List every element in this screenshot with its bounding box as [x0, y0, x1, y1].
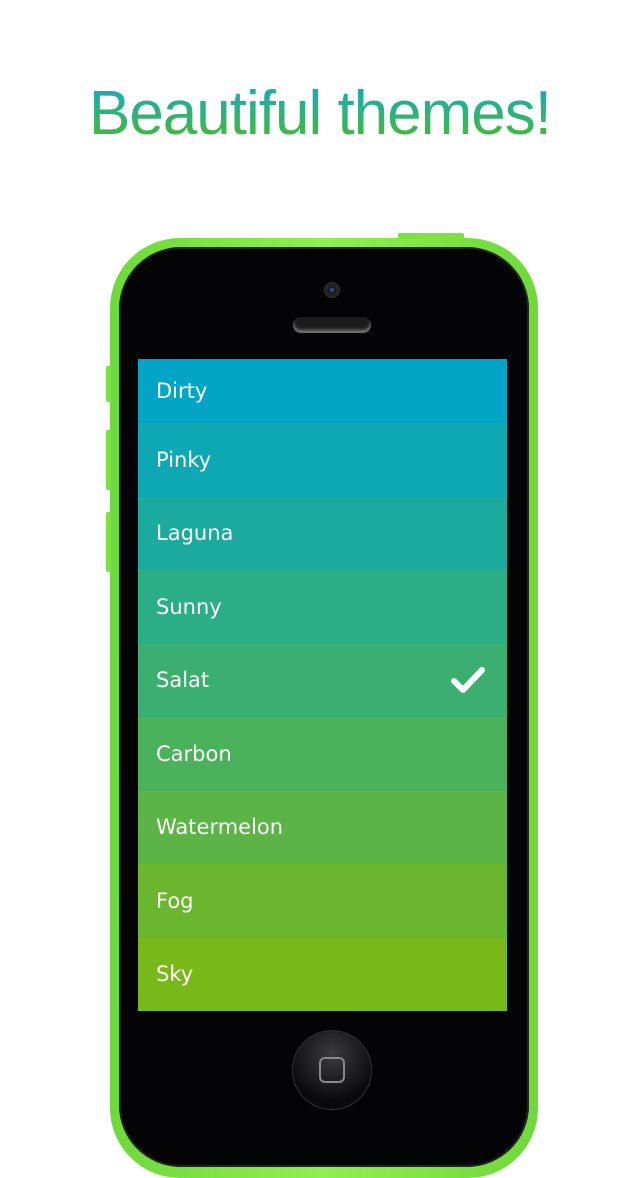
theme-item-laguna[interactable]: Laguna	[138, 496, 507, 570]
theme-label: Watermelon	[156, 815, 284, 840]
mute-switch	[106, 366, 111, 402]
power-button	[398, 233, 464, 239]
checkmark-icon	[451, 667, 485, 694]
theme-item-dirty[interactable]: Dirty	[138, 359, 507, 423]
speaker-grille	[293, 317, 371, 333]
theme-item-carbon[interactable]: Carbon	[138, 717, 507, 791]
theme-list: Dirty Pinky Laguna Sunny Salat Carbon Watermel…	[138, 359, 507, 1012]
theme-label: Salat	[156, 668, 210, 693]
camera-icon	[325, 283, 339, 297]
theme-label: Pinky	[156, 447, 212, 472]
home-button-icon[interactable]	[293, 1031, 371, 1109]
theme-label: Sky	[156, 962, 194, 987]
theme-item-fog[interactable]: Fog	[138, 864, 507, 938]
volume-up-button	[106, 430, 111, 490]
theme-label: Dirty	[156, 379, 208, 403]
headline: Beautiful themes!	[0, 78, 640, 149]
theme-item-watermelon[interactable]: Watermelon	[138, 790, 507, 864]
volume-down-button	[106, 512, 111, 572]
theme-label: Fog	[156, 888, 194, 913]
phone-bezel: Dirty Pinky Laguna Sunny Salat Carbon Watermel…	[119, 247, 529, 1167]
theme-label: Sunny	[156, 594, 222, 619]
theme-item-sunny[interactable]: Sunny	[138, 570, 507, 644]
theme-label: Carbon	[156, 741, 232, 766]
theme-label: Laguna	[156, 521, 234, 546]
theme-item-pinky[interactable]: Pinky	[138, 423, 507, 497]
theme-item-salat[interactable]: Salat	[138, 643, 507, 717]
theme-item-sky[interactable]: Sky	[138, 937, 507, 1011]
phone-mockup: Dirty Pinky Laguna Sunny Salat Carbon Watermel…	[106, 233, 538, 1178]
